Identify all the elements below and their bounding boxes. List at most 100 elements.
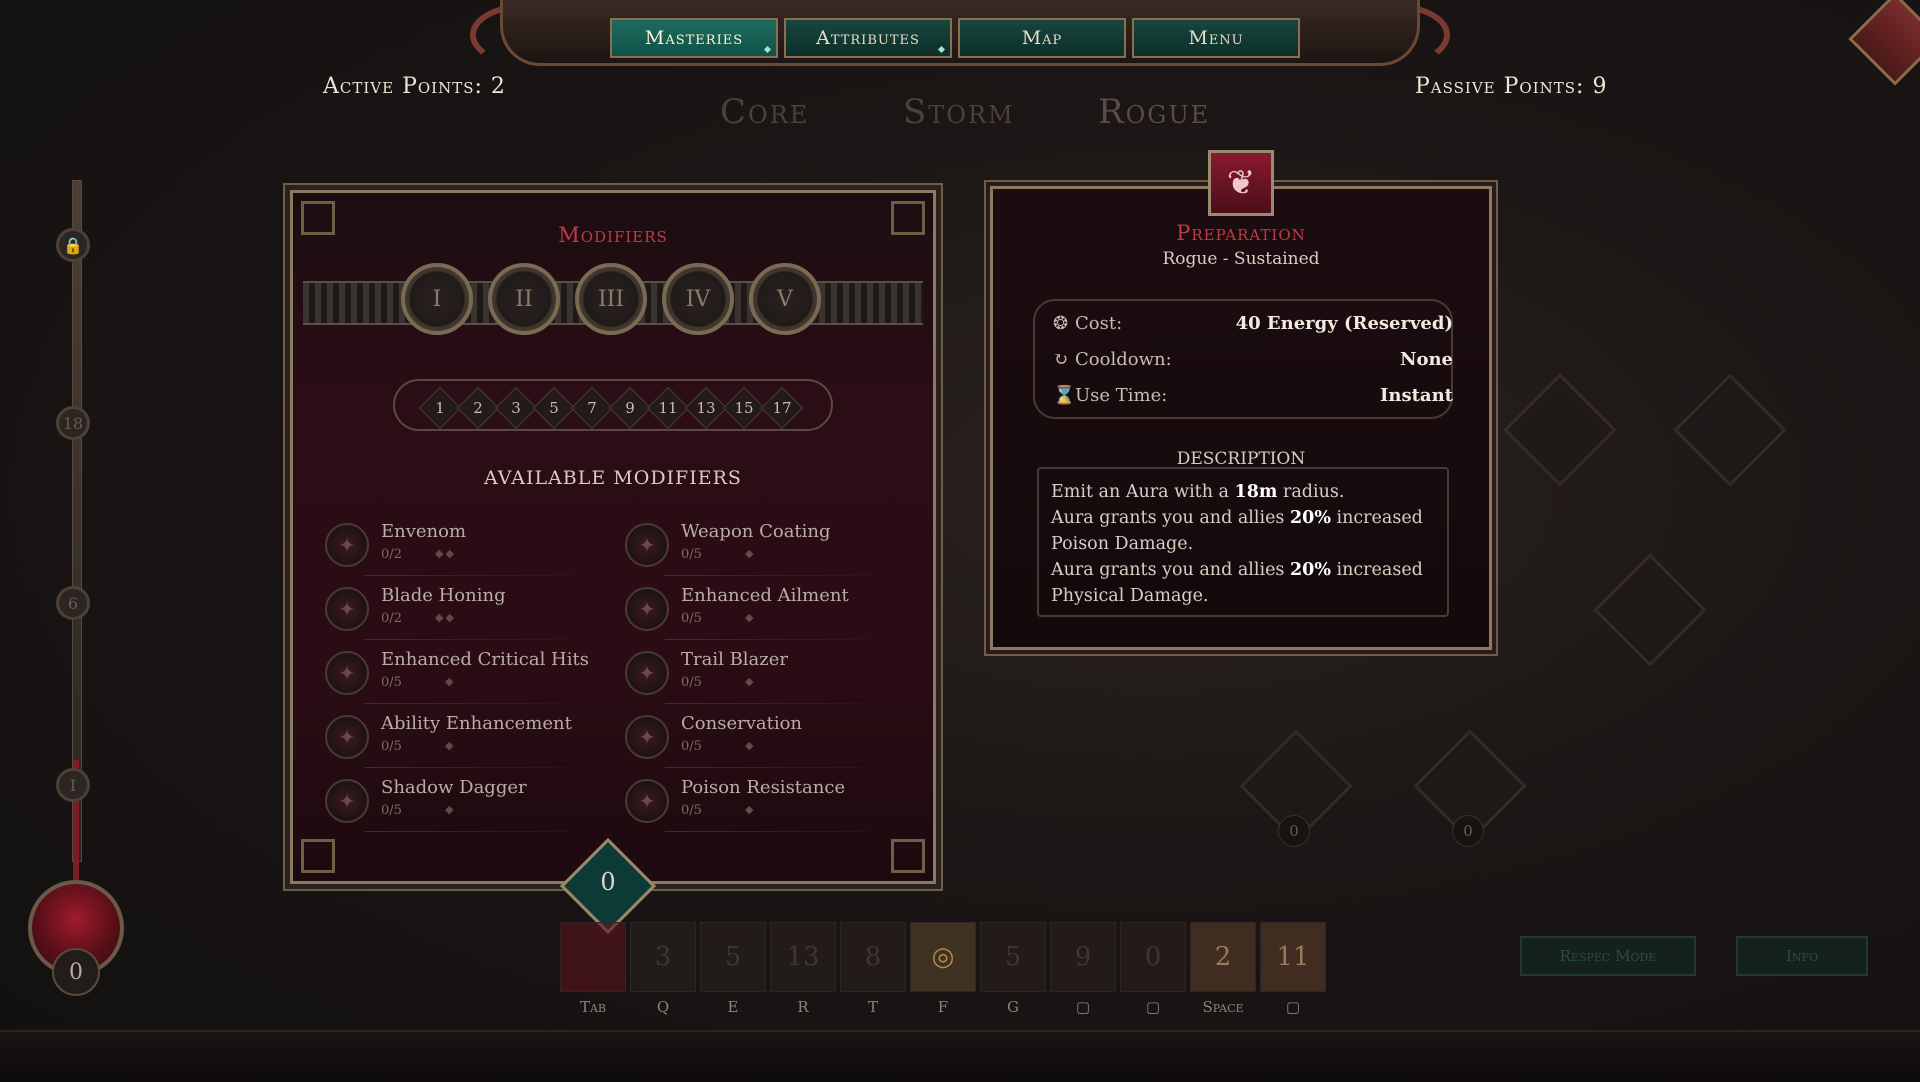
tab-masteries-label: Masteries xyxy=(644,27,744,49)
stat-label: Cost: xyxy=(1075,313,1123,334)
stat-value: None xyxy=(1400,349,1453,370)
stat-use-time: ⌛Use Time: Instant xyxy=(1053,385,1453,415)
hotbar-slot-g[interactable]: 5 xyxy=(980,922,1046,992)
hotbar-slot-rmb[interactable]: 0 xyxy=(1120,922,1186,992)
rank-gems-icon: ◆ xyxy=(445,739,456,752)
modifier-conservation[interactable]: ✦ Conservation 0/5 ◆ xyxy=(625,711,915,769)
slot-number: 0 xyxy=(1144,942,1162,972)
tab-attributes-label: Attributes xyxy=(816,27,920,49)
modifier-trail-blazer[interactable]: ✦ Trail Blazer 0/5 ◆ xyxy=(625,647,915,705)
level-value: 13 xyxy=(696,399,716,417)
level-value: 15 xyxy=(734,399,754,417)
rank-gems-icon: ◆ xyxy=(745,611,756,624)
modifier-envenom[interactable]: ✦ Envenom 0/2 ◆◆ xyxy=(325,519,615,577)
skill-node[interactable] xyxy=(1593,553,1707,667)
hotbar-slot-space[interactable]: 2 xyxy=(1190,922,1256,992)
modifier-blade-honing[interactable]: ✦ Blade Honing 0/2 ◆◆ xyxy=(325,583,615,641)
divider xyxy=(365,639,605,640)
modifier-enhanced-ailment[interactable]: ✦ Enhanced Ailment 0/5 ◆ xyxy=(625,583,915,641)
bottom-bar xyxy=(0,1030,1920,1082)
modifier-count: 0/5 xyxy=(681,611,702,626)
shadow-dagger-icon: ✦ xyxy=(325,779,369,823)
tree-tab-rogue[interactable]: Rogue xyxy=(1098,92,1210,132)
modifier-enhanced-critical-hits[interactable]: ✦ Enhanced Critical Hits 0/5 ◆ xyxy=(325,647,615,705)
enhanced-ailment-icon: ✦ xyxy=(625,587,669,631)
tree-tab-core[interactable]: Core xyxy=(720,92,809,132)
modifier-shadow-dagger[interactable]: ✦ Shadow Dagger 0/5 ◆ xyxy=(325,775,615,833)
modifier-name: Enhanced Critical Hits xyxy=(381,649,589,670)
mouse-right-icon: ▢ xyxy=(1145,998,1161,1016)
modifier-count: 0/5 xyxy=(381,803,402,818)
divider xyxy=(365,703,605,704)
level-value: 5 xyxy=(549,399,559,417)
divider xyxy=(365,575,605,576)
hotbar-slot-f[interactable]: ◎ xyxy=(910,922,976,992)
divider xyxy=(665,767,905,768)
slot-number: 9 xyxy=(1074,942,1092,972)
hotbar-key-label: Tab xyxy=(579,998,607,1016)
tier-slot-4[interactable]: IV xyxy=(662,263,734,335)
respec-mode-button[interactable]: Respec Mode xyxy=(1520,936,1696,976)
critical-hits-icon: ✦ xyxy=(325,651,369,695)
info-button[interactable]: Info xyxy=(1736,936,1868,976)
skill-node-count: 0 xyxy=(1278,815,1310,847)
modifier-name: Enhanced Ailment xyxy=(681,585,849,606)
hotbar-slot-e[interactable]: 5 xyxy=(700,922,766,992)
tab-menu[interactable]: Menu xyxy=(1132,18,1300,58)
divider xyxy=(665,575,905,576)
modifier-poison-resistance[interactable]: ✦ Poison Resistance 0/5 ◆ xyxy=(625,775,915,833)
stat-value: 40 Energy (Reserved) xyxy=(1235,313,1453,334)
hotbar-slot-mmb[interactable]: 11 xyxy=(1260,922,1326,992)
envenom-icon: ✦ xyxy=(325,523,369,567)
modifier-name: Shadow Dagger xyxy=(381,777,527,798)
hotbar-slot-r[interactable]: 13 xyxy=(770,922,836,992)
tab-attributes[interactable]: Attributes xyxy=(784,18,952,58)
ability-enhancement-icon: ✦ xyxy=(325,715,369,759)
tab-indicator-icon xyxy=(937,45,946,54)
slider-marker: 6 xyxy=(56,586,90,620)
tab-menu-label: Menu xyxy=(1188,27,1244,49)
skill-description: Emit an Aura with a 18m radius. Aura gra… xyxy=(1037,467,1449,617)
skill-node[interactable] xyxy=(1503,373,1617,487)
conservation-icon: ✦ xyxy=(625,715,669,759)
mouse-middle-icon: ▢ xyxy=(1285,998,1301,1016)
rank-gems-icon: ◆ xyxy=(745,803,756,816)
slot-number: 2 xyxy=(1214,942,1232,972)
slot-number: 11 xyxy=(1276,942,1310,972)
skill-node-count: 0 xyxy=(1452,815,1484,847)
skill-name: Preparation xyxy=(1176,221,1306,245)
slot-number: 5 xyxy=(724,942,742,972)
tab-map[interactable]: Map xyxy=(958,18,1126,58)
mastery-progress-slider: 🔒 18 6 I xyxy=(56,180,90,900)
hotbar-key-label: R xyxy=(797,998,809,1016)
tier-slot-3[interactable]: III xyxy=(575,263,647,335)
tab-masteries[interactable]: Masteries xyxy=(610,18,778,58)
preparation-skill-icon: ❦ xyxy=(1208,150,1274,216)
modifier-ability-enhancement[interactable]: ✦ Ability Enhancement 0/5 ◆ xyxy=(325,711,615,769)
stat-label: Use Time: xyxy=(1075,385,1168,406)
tier-slot-1[interactable]: I xyxy=(401,263,473,335)
tree-tab-storm[interactable]: Storm xyxy=(903,92,1015,132)
skill-node[interactable] xyxy=(1673,373,1787,487)
rank-gems-icon: ◆◆ xyxy=(435,611,456,624)
weapon-coating-icon: ✦ xyxy=(625,523,669,567)
modifier-count: 0/2 xyxy=(381,611,402,626)
tier-slot-2[interactable]: II xyxy=(488,263,560,335)
flame-icon: ❂ xyxy=(1053,313,1069,334)
hotbar-slot-t[interactable]: 8 xyxy=(840,922,906,992)
hotbar-slot-q[interactable]: 3 xyxy=(630,922,696,992)
level-value: 11 xyxy=(658,399,678,417)
close-menu-icon[interactable] xyxy=(1848,0,1920,86)
rank-gems-icon: ◆ xyxy=(745,547,756,560)
hotbar-key-label: T xyxy=(867,998,878,1016)
modifiers-title: Modifiers xyxy=(558,223,668,247)
hotbar-slot-tab[interactable] xyxy=(560,922,626,992)
modifier-weapon-coating[interactable]: ✦ Weapon Coating 0/5 ◆ xyxy=(625,519,915,577)
hotbar-key-label: Q xyxy=(656,998,670,1016)
blade-honing-icon: ✦ xyxy=(325,587,369,631)
hotbar-slot-lmb[interactable]: 9 xyxy=(1050,922,1116,992)
hotbar-key-label: F xyxy=(937,998,949,1016)
hourglass-icon: ⌛ xyxy=(1053,385,1076,406)
tier-slot-5[interactable]: V xyxy=(749,263,821,335)
modifier-count: 0/2 xyxy=(381,547,402,562)
